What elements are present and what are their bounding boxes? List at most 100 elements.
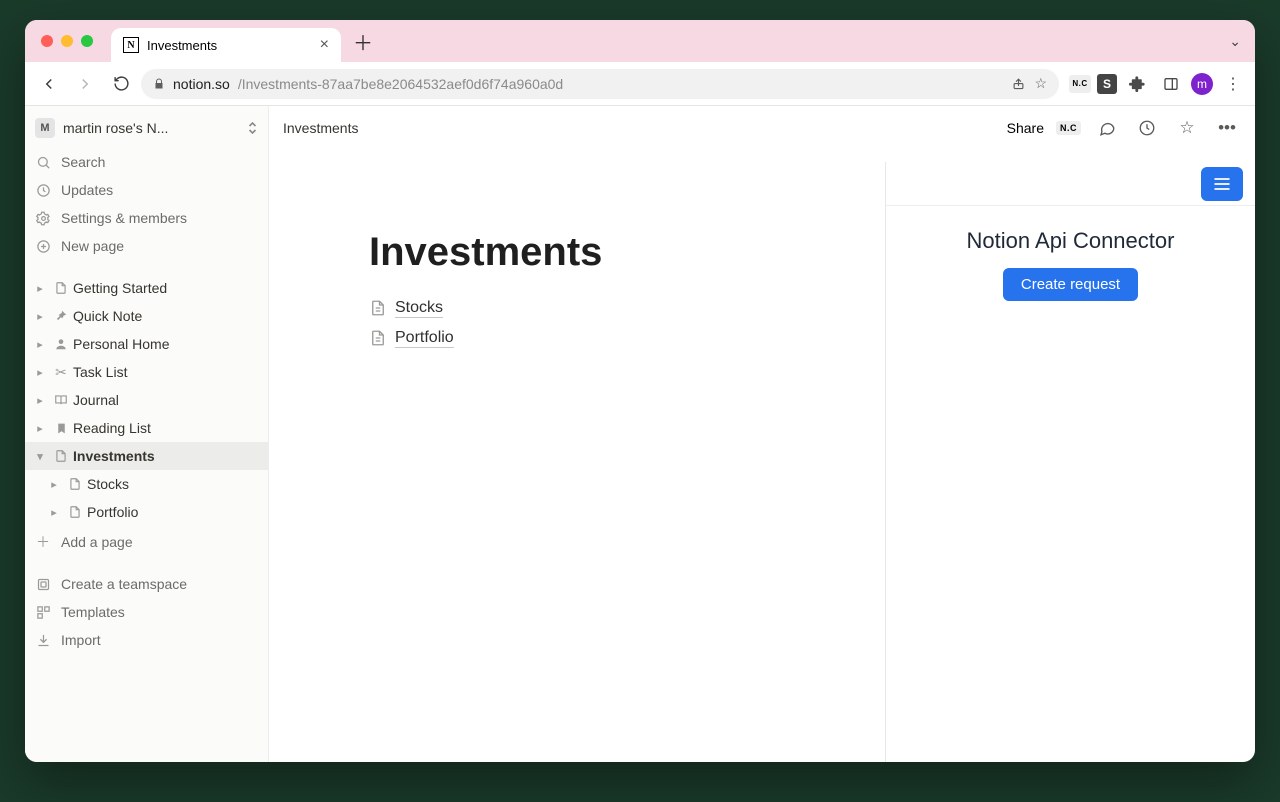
page-label: Stocks [87,476,262,492]
window-close[interactable] [41,35,53,47]
comments-icon[interactable] [1093,114,1121,142]
chevron-right-icon[interactable]: ▸ [31,282,49,295]
page-label: Investments [73,448,262,464]
subpage-label: Stocks [395,299,443,318]
workspace-name: martin rose's N... [63,120,239,136]
new-tab-button[interactable]: ＋ [353,27,373,56]
chevron-right-icon[interactable]: ▸ [45,478,63,491]
browser-menu-icon[interactable]: ⋮ [1219,70,1247,98]
sidebar-item-label: Import [61,632,101,648]
extension-s-icon[interactable]: S [1097,74,1117,94]
window-zoom[interactable] [81,35,93,47]
person-icon [51,337,71,351]
templates[interactable]: Templates [25,598,268,626]
add-a-page[interactable]: ＋ Add a page [25,528,268,556]
chevron-down-icon[interactable]: ▾ [31,450,49,463]
page-label: Journal [73,392,262,408]
search-icon [35,154,51,170]
side-panel: Notion Api Connector Create request [885,162,1255,762]
profile-avatar[interactable]: m [1191,73,1213,95]
close-tab-icon[interactable]: × [320,36,329,54]
page-task-list[interactable]: ▸ ✂ Task List [25,358,268,386]
page-quick-note[interactable]: ▸ Quick Note [25,302,268,330]
page-stocks[interactable]: ▸ Stocks [25,470,268,498]
doc-icon [51,281,71,295]
share-page-icon[interactable] [1011,76,1026,91]
chevron-right-icon[interactable]: ▸ [31,338,49,351]
chevron-right-icon[interactable]: ▸ [45,506,63,519]
chevron-right-icon[interactable]: ▸ [31,422,49,435]
doc-icon [369,329,387,347]
forward-button[interactable] [69,68,101,100]
nac-badge-icon[interactable]: N.C [1056,121,1081,135]
import-icon [35,632,51,648]
sidebar-item-label: Settings & members [61,210,187,226]
bookmark-star-icon[interactable]: ☆ [1034,75,1047,92]
page-label: Task List [73,364,262,380]
plus-circle-icon [35,238,51,254]
sidebar-updates[interactable]: Updates [25,176,268,204]
chevron-right-icon[interactable]: ▸ [31,366,49,379]
window-minimize[interactable] [61,35,73,47]
breadcrumb[interactable]: Investments [283,120,358,136]
extensions-puzzle-icon[interactable] [1123,70,1151,98]
pin-icon [51,309,71,323]
page-label: Reading List [73,420,262,436]
address-bar[interactable]: notion.so/Investments-87aa7be8e2064532ae… [141,69,1059,99]
templates-icon [35,604,51,620]
notion-favicon: N [123,37,139,53]
page-tree: ▸ Getting Started ▸ Quick Note ▸ Persona… [25,274,268,556]
reload-button[interactable] [105,68,137,100]
page-portfolio[interactable]: ▸ Portfolio [25,498,268,526]
doc-icon [51,449,71,463]
workspace-switcher[interactable]: M martin rose's N... [25,114,268,142]
side-panel-icon[interactable] [1157,70,1185,98]
create-teamspace[interactable]: Create a teamspace [25,570,268,598]
browser-extensions: N.C S m ⋮ [1069,70,1247,98]
create-request-button[interactable]: Create request [1003,268,1138,301]
browser-tab[interactable]: N Investments × [111,28,341,62]
chevron-right-icon[interactable]: ▸ [31,394,49,407]
page-getting-started[interactable]: ▸ Getting Started [25,274,268,302]
import[interactable]: Import [25,626,268,654]
subpage-link-portfolio[interactable]: Portfolio [369,323,885,353]
workspace-avatar: M [35,118,55,138]
browser-toolbar: notion.so/Investments-87aa7be8e2064532ae… [25,62,1255,106]
window-controls [41,35,93,47]
more-menu-icon[interactable]: ••• [1213,114,1241,142]
back-button[interactable] [33,68,65,100]
page-label: Quick Note [73,308,262,324]
subpage-link-stocks[interactable]: Stocks [369,293,885,323]
tabs-chevron-icon[interactable]: ⌄ [1229,33,1241,50]
sidebar: M martin rose's N... Search Updates Sett… [25,106,269,762]
panel-header [886,162,1255,206]
page-title[interactable]: Investments [369,230,885,275]
panel-menu-button[interactable] [1201,167,1243,201]
doc-icon [65,505,85,519]
chevron-right-icon[interactable]: ▸ [31,310,49,323]
page-personal-home[interactable]: ▸ Personal Home [25,330,268,358]
page-reading-list[interactable]: ▸ Reading List [25,414,268,442]
share-button[interactable]: Share [1007,120,1044,136]
favorite-star-icon[interactable]: ☆ [1173,114,1201,142]
sidebar-item-label: Create a teamspace [61,576,187,592]
browser-tab-strip: N Investments × ＋ ⌄ [25,20,1255,62]
sidebar-item-label: Templates [61,604,125,620]
sidebar-new-page[interactable]: New page [25,232,268,260]
history-icon[interactable] [1133,114,1161,142]
scissors-icon: ✂ [51,364,71,381]
page-journal[interactable]: ▸ Journal [25,386,268,414]
plus-icon: ＋ [35,534,51,550]
sidebar-settings[interactable]: Settings & members [25,204,268,232]
sidebar-search[interactable]: Search [25,148,268,176]
page-label: Personal Home [73,336,262,352]
bookmark-icon [51,422,71,435]
add-page-label: Add a page [61,534,133,550]
lock-icon [153,78,165,90]
updown-icon [247,121,258,135]
panel-title: Notion Api Connector [967,228,1175,254]
url-path: /Investments-87aa7be8e2064532aef0d6f74a9… [238,76,563,92]
nac-extension-icon[interactable]: N.C [1069,75,1091,93]
url-host: notion.so [173,76,230,92]
page-investments[interactable]: ▾ Investments [25,442,268,470]
